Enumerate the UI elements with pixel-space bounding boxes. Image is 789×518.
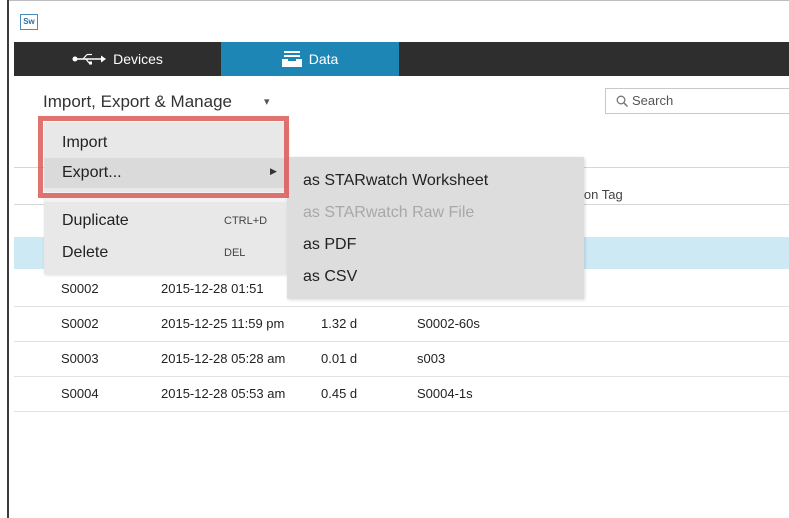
cell-date: 2015-12-28 05:53 am [161,386,286,401]
cell-tag: S0002-60s [417,316,480,331]
cell-duration: 0.45 d [321,386,358,401]
tab-devices[interactable]: Devices [14,42,221,76]
table-row[interactable]: S0002 2015-12-25 11:59 pm 1.32 d S0002-6… [14,307,789,342]
menu-item-delete[interactable]: Delete DEL [44,238,287,268]
cell-id: S0003 [61,351,99,366]
table-row[interactable]: S0004 2015-12-28 05:53 am 0.45 d S0004-1… [14,377,789,412]
menu-item-import[interactable]: Import [44,128,287,158]
cell-tag: s003 [417,351,446,366]
shortcut-label: DEL [224,247,246,259]
menu-item-label: Delete [62,244,109,261]
shortcut-label: CTRL+D [224,215,268,227]
cell-id: S0002 [61,316,99,331]
submenu-item-csv[interactable]: as CSV [303,268,357,286]
export-submenu: as STARwatch Worksheet as STARwatch Raw … [287,157,584,299]
tray-icon [281,51,302,67]
tab-bar: Devices Data [14,42,789,76]
menu-separator [44,192,287,202]
menu-item-label: Import [62,134,108,151]
chevron-right-icon: ▶ [270,166,277,176]
tab-data-label: Data [308,51,339,67]
import-export-manage-menu[interactable]: Import, Export & Manage [43,92,232,112]
search-placeholder: Search [632,93,674,108]
cell-date: 2015-12-25 11:59 pm [161,316,285,331]
submenu-item-starwatch-worksheet[interactable]: as STARwatch Worksheet [303,172,488,190]
cell-id: S0002 [61,281,99,296]
table-row[interactable]: S0003 2015-12-28 05:28 am 0.01 d s003 [14,342,789,377]
submenu-item-starwatch-raw-file: as STARwatch Raw File [303,204,475,221]
cell-duration: 0.01 d [321,351,358,366]
dropdown-caret-icon[interactable]: ▾ [264,95,270,108]
usb-icon [72,53,107,65]
menu-item-export[interactable]: Export... ▶ [44,158,287,188]
window-top-border [7,0,789,1]
cell-id: S0004 [61,386,99,401]
dropdown-menu: Import Export... ▶ Duplicate CTRL+D Dele… [44,122,287,274]
tab-devices-label: Devices [113,51,163,67]
cell-duration: 1.32 d [321,316,358,331]
cell-date: 2015-12-28 05:28 am [161,351,286,366]
app-icon: Sw [20,14,38,30]
cell-date: 2015-12-28 01:51 [161,281,264,296]
search-icon [616,95,628,107]
window-left-border [7,0,9,518]
submenu-item-pdf[interactable]: as PDF [303,236,356,254]
cell-tag: S0004-1s [417,386,473,401]
menu-item-duplicate[interactable]: Duplicate CTRL+D [44,206,287,236]
tab-data[interactable]: Data [221,42,399,76]
menu-item-label: Duplicate [62,212,129,229]
menu-item-label: Export... [62,164,122,181]
